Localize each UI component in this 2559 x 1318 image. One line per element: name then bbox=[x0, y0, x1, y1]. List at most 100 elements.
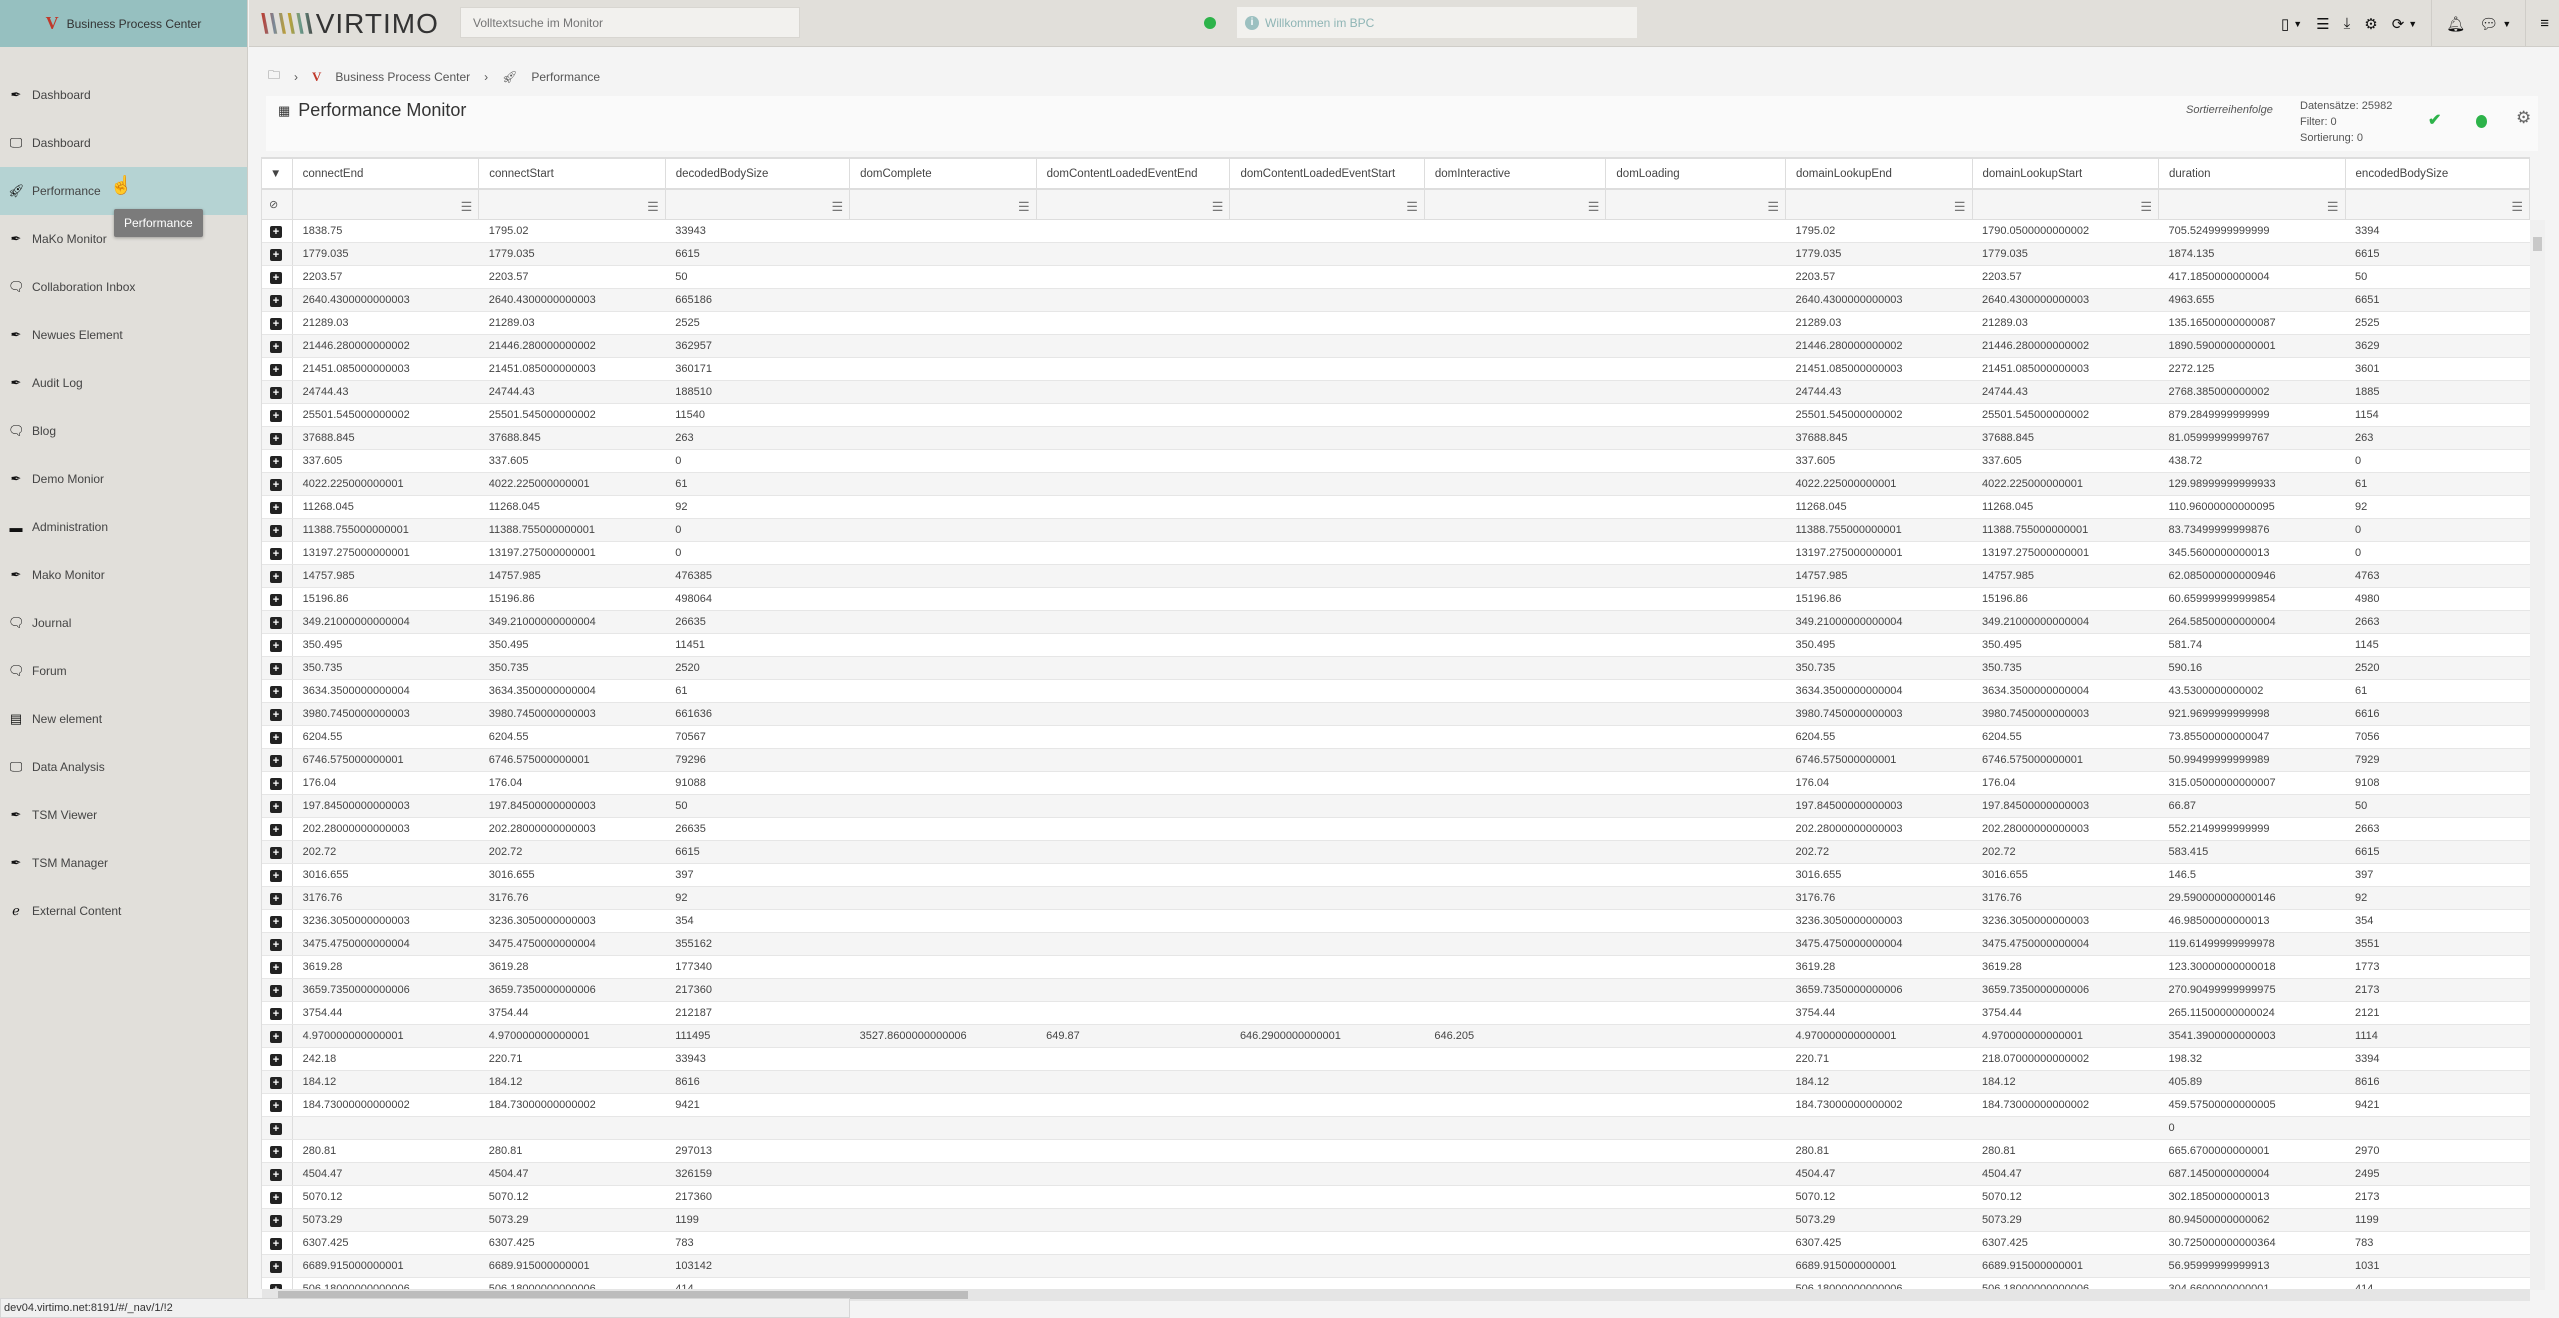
plus-square-icon[interactable]: + bbox=[270, 272, 282, 284]
table-row[interactable]: +15196.86 15196.86 498064 15196.86 15196.86 6… bbox=[262, 587, 2530, 611]
expand-row-button[interactable]: + bbox=[262, 748, 293, 772]
plus-square-icon[interactable]: + bbox=[270, 1031, 282, 1043]
welcome-message-field[interactable]: i Willkommen im BPC bbox=[1237, 7, 1637, 38]
column-filter-connectEnd[interactable]: ☰ bbox=[292, 189, 480, 220]
plus-square-icon[interactable]: + bbox=[270, 1008, 282, 1020]
expand-row-button[interactable]: + bbox=[262, 1116, 293, 1140]
table-row[interactable]: +3634.3500000000004 3634.3500000000004 61 3… bbox=[262, 679, 2530, 703]
table-row[interactable]: +202.28000000000003 202.28000000000003 266… bbox=[262, 817, 2530, 841]
plus-square-icon[interactable]: + bbox=[270, 755, 282, 767]
plus-square-icon[interactable]: + bbox=[270, 847, 282, 859]
plus-square-icon[interactable]: + bbox=[270, 801, 282, 813]
sidebar-item-new-element[interactable]: ▤ New element bbox=[0, 695, 247, 743]
plus-square-icon[interactable]: + bbox=[270, 387, 282, 399]
table-row[interactable]: +350.735 350.735 2520 350.735 350.735 590.16 2… bbox=[262, 656, 2530, 680]
plus-square-icon[interactable]: + bbox=[270, 778, 282, 790]
expand-row-button[interactable]: + bbox=[262, 334, 293, 358]
table-row[interactable]: +37688.845 37688.845 263 37688.845 37688.845… bbox=[262, 426, 2530, 450]
plus-square-icon[interactable]: + bbox=[270, 732, 282, 744]
table-row[interactable]: +0 bbox=[262, 1116, 2530, 1140]
column-menu-icon[interactable]: ☰ bbox=[831, 199, 843, 215]
expand-row-button[interactable]: + bbox=[262, 541, 293, 565]
breadcrumb-item-bpc[interactable]: Business Process Center bbox=[335, 70, 470, 84]
expand-row-button[interactable]: + bbox=[262, 771, 293, 795]
expand-row-button[interactable]: + bbox=[262, 886, 293, 910]
table-row[interactable]: +6204.55 6204.55 70567 6204.55 6204.55 73.855… bbox=[262, 725, 2530, 749]
sidebar-item-dashboard[interactable]: ✒ Dashboard bbox=[0, 71, 247, 119]
plus-square-icon[interactable]: + bbox=[270, 1192, 282, 1204]
sidebar-item-demo-monior[interactable]: ✒ Demo Monior bbox=[0, 455, 247, 503]
column-filter-domainLookupEnd[interactable]: ☰ bbox=[1785, 189, 1973, 220]
plus-square-icon[interactable]: + bbox=[270, 663, 282, 675]
table-row[interactable]: +6746.575000000001 6746.575000000001 79296… bbox=[262, 748, 2530, 772]
column-header-duration[interactable]: duration bbox=[2158, 159, 2346, 190]
expand-row-button[interactable]: + bbox=[262, 1047, 293, 1071]
table-row[interactable]: +3236.3050000000003 3236.3050000000003 354… bbox=[262, 909, 2530, 933]
plus-square-icon[interactable]: + bbox=[270, 548, 282, 560]
expand-row-button[interactable]: + bbox=[262, 380, 293, 404]
column-filter-connectStart[interactable]: ☰ bbox=[478, 189, 666, 220]
sidebar-item-external-content[interactable]: ℯ External Content bbox=[0, 887, 247, 935]
plus-square-icon[interactable]: + bbox=[270, 939, 282, 951]
plus-square-icon[interactable]: + bbox=[270, 617, 282, 629]
table-row[interactable]: +3659.7350000000006 3659.7350000000006 217… bbox=[262, 978, 2530, 1002]
sidebar-item-journal[interactable]: 🗨 Journal bbox=[0, 599, 247, 647]
table-row[interactable]: +21446.280000000002 21446.280000000002 362… bbox=[262, 334, 2530, 358]
table-row[interactable]: +6689.915000000001 6689.915000000001 10314… bbox=[262, 1254, 2530, 1278]
expand-row-button[interactable]: + bbox=[262, 1024, 293, 1048]
expand-row-button[interactable]: + bbox=[262, 633, 293, 657]
expand-row-button[interactable]: + bbox=[262, 311, 293, 335]
table-row[interactable]: +280.81 280.81 297013 280.81 280.81 665.67000… bbox=[262, 1139, 2530, 1163]
table-row[interactable]: +4.970000000000001 4.970000000000001 11149… bbox=[262, 1024, 2530, 1048]
column-filter-encodedBodySize[interactable]: ☰ bbox=[2345, 189, 2530, 220]
column-filter-decodedBodySize[interactable]: ☰ bbox=[665, 189, 851, 220]
sidebar-item-tsm-viewer[interactable]: ✒ TSM Viewer bbox=[0, 791, 247, 839]
column-header-encodedBodySize[interactable]: encodedBodySize bbox=[2345, 159, 2530, 190]
table-row[interactable]: +21451.085000000003 21451.085000000003 360… bbox=[262, 357, 2530, 381]
sort-order-label[interactable]: Sortierreihenfolge bbox=[2186, 104, 2273, 116]
table-row[interactable]: +11268.045 11268.045 92 11268.045 11268.045 1… bbox=[262, 495, 2530, 519]
column-filter-domContentLoadedEventEnd[interactable]: ☰ bbox=[1036, 189, 1231, 220]
table-row[interactable]: +13197.275000000001 13197.275000000001 0 13… bbox=[262, 541, 2530, 565]
expand-row-button[interactable]: + bbox=[262, 1254, 293, 1278]
column-header-domLoading[interactable]: domLoading bbox=[1605, 159, 1786, 190]
table-row[interactable]: +349.21000000000004 349.21000000000004 266… bbox=[262, 610, 2530, 634]
expand-row-button[interactable]: + bbox=[262, 978, 293, 1002]
bell-icon[interactable]: 🔔︎ bbox=[2446, 15, 2465, 33]
refresh-icon[interactable]: ⟳ bbox=[2392, 15, 2405, 33]
plus-square-icon[interactable]: + bbox=[270, 295, 282, 307]
plus-square-icon[interactable]: + bbox=[270, 456, 282, 468]
column-menu-icon[interactable]: ☰ bbox=[2140, 199, 2152, 215]
gear-icon[interactable]: ⚙ bbox=[2516, 108, 2531, 128]
table-row[interactable]: +14757.985 14757.985 476385 14757.985 14757.… bbox=[262, 564, 2530, 588]
chevron-down-icon[interactable]: ▼ bbox=[2293, 19, 2302, 29]
table-row[interactable]: +184.73000000000002 184.73000000000002 942… bbox=[262, 1093, 2530, 1117]
table-row[interactable]: +5070.12 5070.12 217360 5070.12 5070.12 302.1… bbox=[262, 1185, 2530, 1209]
expand-row-button[interactable]: + bbox=[262, 564, 293, 588]
clear-filter-icon[interactable]: ⊘ bbox=[262, 189, 293, 220]
expand-row-button[interactable]: + bbox=[262, 472, 293, 496]
column-filter-domComplete[interactable]: ☰ bbox=[849, 189, 1037, 220]
sidebar-item-tsm-manager[interactable]: ✒ TSM Manager bbox=[0, 839, 247, 887]
column-header-domInteractive[interactable]: domInteractive bbox=[1424, 159, 1607, 190]
expand-row-button[interactable]: + bbox=[262, 610, 293, 634]
table-row[interactable]: +3016.655 3016.655 397 3016.655 3016.655 146.… bbox=[262, 863, 2530, 887]
table-row[interactable]: +3754.44 3754.44 212187 3754.44 3754.44 265.1… bbox=[262, 1001, 2530, 1025]
plus-square-icon[interactable]: + bbox=[270, 525, 282, 537]
table-row[interactable]: +6307.425 6307.425 783 6307.425 6307.425 30.7… bbox=[262, 1231, 2530, 1255]
table-row[interactable]: +4504.47 4504.47 326159 4504.47 4504.47 687.1… bbox=[262, 1162, 2530, 1186]
expand-row-button[interactable]: + bbox=[262, 863, 293, 887]
chat-icon[interactable]: 💬︎ bbox=[2479, 15, 2498, 33]
column-menu-icon[interactable]: ☰ bbox=[1954, 199, 1966, 215]
column-menu-icon[interactable]: ☰ bbox=[1018, 199, 1030, 215]
sidebar-item-newues-element[interactable]: ✒ Newues Element bbox=[0, 311, 247, 359]
plus-square-icon[interactable]: + bbox=[270, 962, 282, 974]
table-row[interactable]: +202.72 202.72 6615 202.72 202.72 583.415 6615 bbox=[262, 840, 2530, 864]
column-filter-domInteractive[interactable]: ☰ bbox=[1424, 189, 1607, 220]
chevron-down-icon[interactable]: ▼ bbox=[2502, 19, 2511, 29]
sidebar-item-audit-log[interactable]: ✒ Audit Log bbox=[0, 359, 247, 407]
expand-row-button[interactable]: + bbox=[262, 1139, 293, 1163]
plus-square-icon[interactable]: + bbox=[270, 1100, 282, 1112]
plus-square-icon[interactable]: + bbox=[270, 1146, 282, 1158]
column-header-domContentLoadedEventEnd[interactable]: domContentLoadedEventEnd bbox=[1036, 159, 1231, 190]
